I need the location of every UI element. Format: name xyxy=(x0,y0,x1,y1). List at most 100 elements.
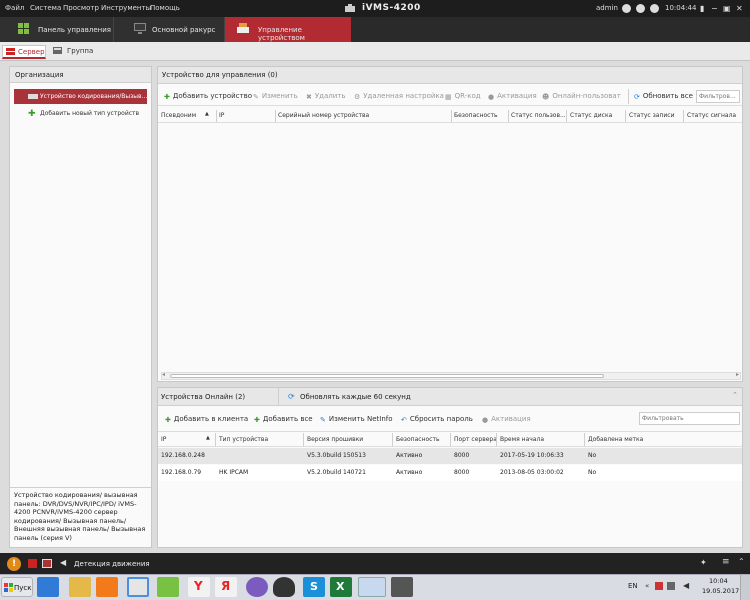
taskbar-chrome-icon[interactable] xyxy=(127,577,149,597)
info-icon[interactable] xyxy=(650,4,659,13)
col-ip[interactable]: IP xyxy=(161,436,166,443)
managed-devices-title: Устройство для управления (0) xyxy=(162,71,278,79)
refresh-all-button[interactable]: ⟳ Обновить все xyxy=(634,92,693,101)
collapse-icon[interactable]: ⌃ xyxy=(738,557,745,566)
qr-icon: ▦ xyxy=(445,93,452,101)
minimize-icon[interactable]: − xyxy=(711,4,718,13)
managed-filter-input[interactable] xyxy=(696,90,740,103)
plus-icon: ✚ xyxy=(28,109,36,119)
tray-volume-icon[interactable]: ◀ xyxy=(683,581,689,590)
pin-icon[interactable]: ▮ xyxy=(700,4,704,13)
menu-system[interactable]: Система xyxy=(30,4,61,12)
taskbar-viber-icon[interactable] xyxy=(246,577,268,597)
encoder-icon xyxy=(28,93,38,102)
collapse-icon[interactable]: ⌃ xyxy=(732,391,738,399)
online-activate-label: Активация xyxy=(491,415,531,423)
divider xyxy=(216,110,217,122)
col-signal-status[interactable]: Статус сигнала xyxy=(687,112,736,119)
taskbar-yandex-icon[interactable]: Я xyxy=(215,577,237,597)
table-row[interactable]: 192.168.0.248 V5.3.0build 150513 Активно… xyxy=(158,448,742,464)
divider xyxy=(303,433,304,446)
menu-tools[interactable]: Инструменты xyxy=(101,4,151,12)
tab-control-panel[interactable]: Панель управления xyxy=(0,17,114,42)
qr-code-button[interactable]: ▦ QR-код xyxy=(445,92,481,101)
online-activate-button[interactable]: ● Активация xyxy=(482,415,531,424)
language-indicator[interactable]: EN xyxy=(628,582,638,590)
edit-button[interactable]: ✎ Изменить xyxy=(253,92,298,101)
delete-label: Удалить xyxy=(314,92,346,100)
col-device-type[interactable]: Тип устройства xyxy=(219,436,268,443)
org-item-encoding-device[interactable]: Устройство кодирования/Вызыв... xyxy=(14,89,147,104)
taskbar-icq-icon[interactable] xyxy=(157,577,179,597)
col-start-time[interactable]: Время начала xyxy=(500,436,544,443)
remote-config-button[interactable]: ⚙ Удаленная настройка xyxy=(354,92,444,101)
menu-file[interactable]: Файл xyxy=(5,4,24,12)
col-serial[interactable]: Серийный номер устройства xyxy=(278,112,369,119)
refresh-interval-label[interactable]: Обновлять каждые 60 секунд xyxy=(300,393,411,401)
scroll-right-icon[interactable]: ▸ xyxy=(736,371,739,378)
online-devices-title: Устройства Онлайн (2) xyxy=(161,393,246,401)
record-icon[interactable] xyxy=(42,559,52,568)
col-ip[interactable]: IP xyxy=(219,112,224,119)
add-to-client-button[interactable]: ✚ Добавить в клиента xyxy=(165,415,248,424)
tab-main-view[interactable]: Основной ракурс xyxy=(114,17,225,42)
scroll-thumb[interactable] xyxy=(170,374,604,378)
windows-logo-icon xyxy=(4,583,13,594)
show-desktop-button[interactable] xyxy=(740,575,750,600)
col-user-status[interactable]: Статус пользов... xyxy=(511,112,566,119)
scroll-left-icon[interactable]: ◂ xyxy=(162,371,165,378)
delete-button[interactable]: ✖ Удалить xyxy=(306,92,346,101)
tab-device-management[interactable]: Управление устройством xyxy=(225,17,351,42)
taskbar-explorer-icon[interactable] xyxy=(69,577,91,597)
online-filter-input[interactable] xyxy=(639,412,740,425)
col-firmware[interactable]: Версия прошивки xyxy=(307,436,363,443)
managed-toolbar: ✚ Добавить устройство ✎ Изменить ✖ Удалить … xyxy=(158,87,742,106)
online-user-button[interactable]: ☻ Онлайн-пользоват xyxy=(542,92,621,101)
tray-network-icon[interactable] xyxy=(655,582,663,590)
taskbar-yandex-browser-icon[interactable]: Y xyxy=(188,577,210,597)
lock-icon[interactable] xyxy=(636,4,645,13)
subtab-server[interactable]: Сервер xyxy=(2,45,46,59)
reset-password-button[interactable]: ↶ Сбросить пароль xyxy=(401,415,473,424)
edit-netinfo-button[interactable]: ✎ Изменить NetInfo xyxy=(320,415,393,424)
taskbar-qq-icon[interactable] xyxy=(273,577,295,597)
taskbar-skype-icon[interactable]: S xyxy=(303,577,325,597)
add-device-button[interactable]: ✚ Добавить устройство xyxy=(164,92,252,101)
user-icon[interactable] xyxy=(622,4,631,13)
tray-monitor-icon[interactable] xyxy=(667,582,675,590)
warning-icon[interactable]: ! xyxy=(7,557,21,571)
col-disk-status[interactable]: Статус диска xyxy=(570,112,612,119)
menu-help[interactable]: Помощь xyxy=(150,4,180,12)
clock-time: 10:04:44 xyxy=(665,4,697,12)
menu-icon[interactable]: ≡ xyxy=(722,557,730,567)
user-name[interactable]: admin xyxy=(596,4,618,12)
table-row[interactable]: 192.168.0.79 HK IPCAM V5.2.0build 140721… xyxy=(158,465,742,481)
col-security[interactable]: Безопасность xyxy=(396,436,440,443)
col-security[interactable]: Безопасность xyxy=(454,112,498,119)
alarm-icon[interactable] xyxy=(28,559,37,568)
activate-button[interactable]: ● Активация xyxy=(488,92,537,101)
taskbar-app-icon[interactable] xyxy=(391,577,413,597)
start-button[interactable]: Пуск xyxy=(1,577,33,597)
edit-netinfo-label: Изменить NetInfo xyxy=(328,415,393,423)
taskbar-excel-icon[interactable]: X xyxy=(330,577,352,597)
col-server-port[interactable]: Порт сервера xyxy=(454,436,497,443)
org-item-add-type[interactable]: ✚ Добавить новый тип устройств xyxy=(14,107,147,121)
col-record-status[interactable]: Статус записи xyxy=(629,112,675,119)
taskbar-ie-icon[interactable] xyxy=(37,577,59,597)
taskbar-ivms-icon[interactable] xyxy=(358,577,386,597)
motion-detection-label[interactable]: Детекция движения xyxy=(74,560,150,568)
remote-config-label: Удаленная настройка xyxy=(363,92,444,100)
pin-icon[interactable]: ✦ xyxy=(700,558,707,567)
taskbar-media-icon[interactable] xyxy=(96,577,118,597)
menu-view[interactable]: Просмотр xyxy=(63,4,99,12)
col-alias[interactable]: Псевдоним xyxy=(161,112,196,119)
close-icon[interactable]: ✕ xyxy=(736,4,743,13)
tray-expand-icon[interactable]: « xyxy=(645,582,649,590)
subtab-group[interactable]: Группа xyxy=(50,45,95,59)
add-all-button[interactable]: ✚ Добавить все xyxy=(254,415,313,424)
maximize-icon[interactable]: ▣ xyxy=(723,4,731,13)
col-added[interactable]: Добавлена метка xyxy=(588,436,643,443)
managed-horizontal-scrollbar[interactable]: ◂ ▸ xyxy=(161,371,741,380)
org-item-add-type-label: Добавить новый тип устройств xyxy=(40,110,140,117)
